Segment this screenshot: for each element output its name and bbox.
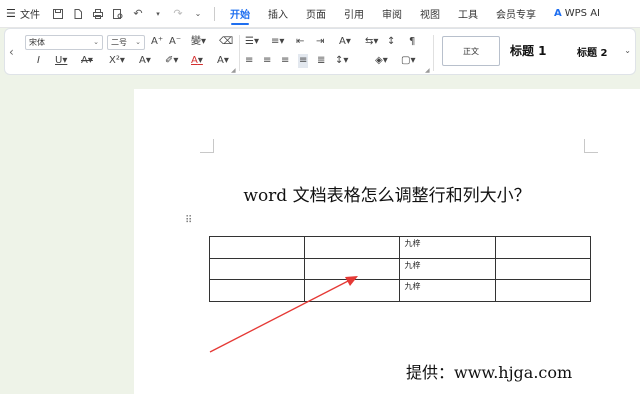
font-dialog-launcher-icon[interactable]: ◢ [231, 67, 236, 74]
grow-font-icon[interactable]: A⁺ [151, 35, 163, 49]
more-icon[interactable]: ⌄ [191, 7, 205, 21]
menu-icon[interactable]: ☰ [6, 7, 16, 20]
print-icon[interactable] [91, 7, 105, 21]
clear-format-icon[interactable]: ⌫ [219, 35, 233, 49]
chinese-layout-icon[interactable]: A▾ [339, 35, 351, 49]
tab-tools[interactable]: 工具 [449, 0, 487, 28]
chevron-down-icon[interactable]: ⌄ [624, 46, 631, 55]
divider [433, 35, 434, 71]
tab-home[interactable]: 开始 [221, 0, 259, 28]
align-left-icon[interactable]: ≡ [245, 54, 253, 68]
divider [214, 6, 215, 21]
divider [239, 35, 240, 71]
shading-icon[interactable]: ◈▾ [375, 54, 388, 68]
chevron-down-icon: ⌄ [135, 38, 141, 46]
text-direction-icon[interactable]: ⇆▾ [365, 35, 378, 49]
borders-icon[interactable]: ▢▾ [401, 54, 415, 68]
style-heading-2[interactable]: 标题 2 [577, 44, 607, 59]
shrink-font-icon[interactable]: A⁻ [169, 35, 181, 49]
show-marks-icon[interactable]: ¶ [409, 35, 415, 49]
style-normal[interactable]: 正文 [442, 36, 500, 66]
styles-gallery: 正文 标题 1 标题 2 ⌄ [436, 32, 633, 72]
style-heading-1[interactable]: 标题 1 [510, 42, 547, 59]
tab-insert[interactable]: 插入 [259, 0, 297, 28]
highlight-icon[interactable]: ✐▾ [165, 54, 178, 68]
chevron-down-icon: ⌄ [93, 38, 99, 46]
bullet-list-icon[interactable]: ☰▾ [245, 35, 259, 49]
line-spacing-icon[interactable]: ↕▾ [335, 54, 348, 68]
align-center-icon[interactable]: ≡ [263, 54, 271, 68]
italic-icon[interactable]: I [37, 54, 40, 68]
strikethrough-icon[interactable]: A▾ [81, 54, 93, 68]
tab-review[interactable]: 审阅 [373, 0, 411, 28]
wps-ai-logo-icon: A [554, 8, 562, 19]
tab-wps-ai[interactable]: A WPS AI [545, 0, 609, 28]
ribbon-scroll-left-icon[interactable]: ‹ [9, 45, 14, 59]
align-right-icon[interactable]: ≡ [281, 54, 289, 68]
increase-indent-icon[interactable]: ⇥ [316, 35, 324, 49]
file-menu[interactable]: 文件 [20, 6, 40, 21]
superscript-icon[interactable]: X²▾ [109, 54, 125, 68]
tab-member[interactable]: 会员专享 [487, 0, 545, 28]
tab-view[interactable]: 视图 [411, 0, 449, 28]
font-color-icon[interactable]: A▾ [191, 54, 203, 68]
tab-page[interactable]: 页面 [297, 0, 335, 28]
save-icon[interactable] [51, 7, 65, 21]
menu-bar: ☰ 文件 ↶ ▾ ↷ ⌄ 开始 插入 页面 引用 审阅 视图 工具 会员专享 A… [0, 0, 640, 28]
distribute-icon[interactable]: ≣ [317, 54, 325, 68]
justify-icon[interactable]: ≡ [298, 54, 309, 68]
numbered-list-icon[interactable]: ≡▾ [271, 35, 284, 49]
text-effect-icon[interactable]: A▾ [139, 54, 151, 68]
undo-icon[interactable]: ↶ [131, 7, 145, 21]
font-name-select[interactable]: 宋体 ⌄ [25, 35, 103, 50]
export-pdf-icon[interactable] [71, 7, 85, 21]
sort-icon[interactable]: ↕ [387, 35, 395, 49]
credit-watermark: 提供：www.hjga.com [406, 363, 573, 382]
phonetic-guide-icon[interactable]: 變▾ [191, 35, 206, 49]
tab-wps-ai-label: WPS AI [564, 8, 600, 19]
ribbon-toolbar: ‹ 宋体 ⌄ 二号 ⌄ A⁺ A⁻ 變▾ ⌫ I U▾ A▾ X²▾ A▾ ✐▾… [4, 28, 636, 75]
tab-references[interactable]: 引用 [335, 0, 373, 28]
redo-icon[interactable]: ↷ [171, 7, 185, 21]
annotation-arrow [209, 276, 358, 353]
font-size-select[interactable]: 二号 ⌄ [107, 35, 145, 50]
char-border-icon[interactable]: A▾ [217, 54, 229, 68]
undo-dropdown-icon[interactable]: ▾ [151, 7, 165, 21]
decrease-indent-icon[interactable]: ⇤ [296, 35, 304, 49]
print-preview-icon[interactable] [111, 7, 125, 21]
underline-icon[interactable]: U▾ [55, 54, 67, 68]
font-name-value: 宋体 [29, 38, 45, 47]
paragraph-dialog-launcher-icon[interactable]: ◢ [425, 67, 430, 74]
font-size-value: 二号 [111, 38, 127, 47]
document-page[interactable]: word 文档表格怎么调整行和列大小？ ⠿ 九梓 九梓 九梓 提供：www.hj… [134, 89, 640, 394]
